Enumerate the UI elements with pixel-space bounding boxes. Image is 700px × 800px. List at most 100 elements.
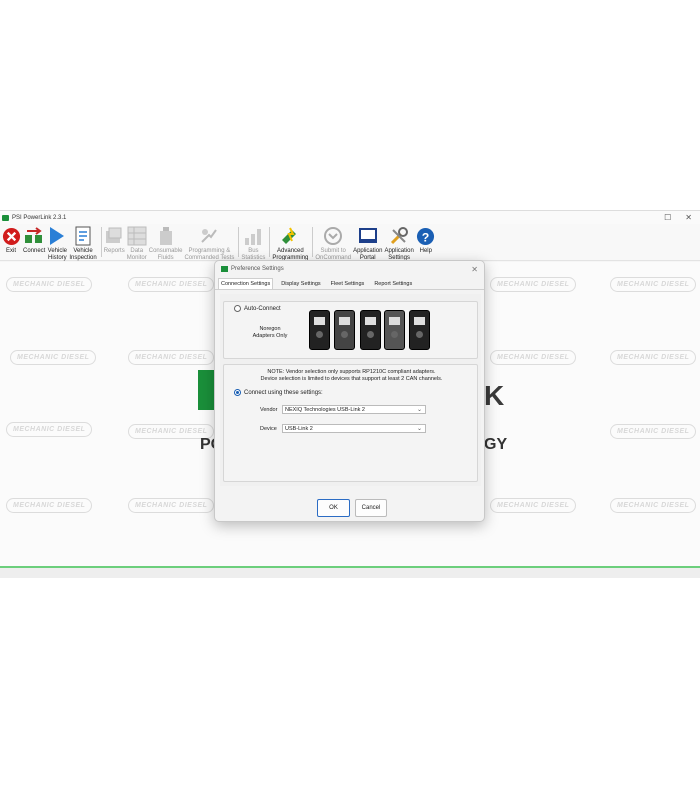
vehicle-inspection-button[interactable]: Vehicle Inspection [69, 224, 97, 261]
adapter-image [309, 310, 330, 350]
bus-statistics-icon [243, 226, 263, 246]
watermark: MECHANIC DIESEL [490, 350, 577, 365]
watermark: MECHANIC DIESEL [610, 498, 697, 513]
chevron-down-icon: ⌄ [416, 407, 422, 413]
connect-label: Connect [23, 248, 46, 254]
dialog-title: Preference Settings [231, 266, 284, 272]
main-toolbar: Exit Connect Vehicle History Vehicle Ins… [0, 224, 700, 261]
data-monitor-label: Data Monitor [126, 248, 147, 261]
vendor-note: NOTE: Vendor selection only supports RP1… [224, 369, 479, 382]
device-select-value: USB-Link 2 [285, 426, 313, 432]
watermark: MECHANIC DIESEL [128, 277, 215, 292]
brand-text-fragment: K [484, 380, 505, 411]
consumable-fluids-button[interactable]: Consumable Fluids [148, 224, 183, 261]
application-settings-button[interactable]: Application Settings [384, 224, 414, 261]
reports-icon [104, 226, 124, 246]
vendor-select-value: NEXIQ Technologies USB-Link 2 [285, 407, 365, 413]
brand-tagline-fragment: GY [484, 436, 508, 453]
dialog-app-icon [221, 266, 228, 272]
data-monitor-icon [127, 226, 147, 246]
watermark: MECHANIC DIESEL [6, 498, 93, 513]
svg-text:?: ? [422, 230, 430, 244]
watermark: MECHANIC DIESEL [610, 424, 697, 439]
vehicle-inspection-label: Vehicle Inspection [69, 248, 97, 261]
device-label: Device [260, 426, 277, 432]
application-portal-button[interactable]: Application Portal [353, 224, 382, 261]
tab-report-settings[interactable]: Report Settings [372, 279, 414, 289]
auto-connect-group: Auto-Connect Noregon Adapters Only [223, 301, 478, 359]
connection-settings-panel: Auto-Connect Noregon Adapters Only NOTE:… [220, 294, 481, 486]
watermark: MECHANIC DIESEL [490, 498, 577, 513]
adapter-image [360, 310, 381, 350]
app-logo-icon [2, 214, 9, 221]
manual-connect-label: Connect using these settings: [244, 389, 323, 396]
exit-icon [1, 226, 21, 246]
manual-connect-option[interactable]: Connect using these settings: [234, 389, 323, 396]
advanced-programming-button[interactable]: Advanced Programming [272, 224, 308, 261]
consumable-fluids-label: Consumable Fluids [148, 248, 183, 261]
auto-connect-radio[interactable] [234, 305, 241, 312]
auto-connect-option[interactable]: Auto-Connect [234, 305, 281, 312]
toolbar-divider [269, 227, 271, 257]
cancel-button[interactable]: Cancel [355, 499, 387, 517]
watermark: MECHANIC DIESEL [128, 498, 215, 513]
vehicle-history-button[interactable]: Vehicle History [47, 224, 67, 261]
dialog-close-button[interactable]: ✕ [471, 265, 484, 274]
advanced-programming-icon [280, 226, 300, 246]
vehicle-history-icon [47, 226, 67, 246]
tab-fleet-settings[interactable]: Fleet Settings [329, 279, 367, 289]
watermark: MECHANIC DIESEL [490, 277, 577, 292]
exit-button[interactable]: Exit [1, 224, 21, 255]
maximize-button[interactable]: ☐ [664, 213, 671, 222]
exit-label: Exit [5, 248, 16, 254]
tab-connection-settings[interactable]: Connection Settings [218, 278, 274, 289]
adapter-image [384, 310, 405, 350]
adapter-image [334, 310, 355, 350]
vehicle-inspection-icon [73, 226, 93, 246]
vendor-label: Vendor [260, 407, 278, 413]
adapter-image [409, 310, 430, 350]
watermark: MECHANIC DIESEL [610, 350, 697, 365]
reports-button[interactable]: Reports [104, 224, 125, 255]
tab-display-settings[interactable]: Display Settings [279, 279, 322, 289]
manual-connect-group: NOTE: Vendor selection only supports RP1… [223, 364, 478, 482]
oem-portal-icon [358, 226, 378, 246]
watermark: MECHANIC DIESEL [610, 277, 697, 292]
connect-button[interactable]: Connect [23, 224, 45, 255]
toolbar-divider [238, 227, 240, 257]
title-bar: PSI PowerLink 2.3.1 ☐ ✕ [0, 211, 700, 224]
noregon-adapters-caption: Noregon Adapters Only [252, 326, 288, 339]
preference-settings-dialog: Preference Settings ✕ Connection Setting… [214, 260, 485, 522]
auto-connect-label: Auto-Connect [244, 305, 281, 312]
close-window-button[interactable]: ✕ [685, 213, 692, 222]
manual-connect-radio[interactable] [234, 389, 241, 396]
help-label: Help [419, 248, 432, 254]
vendor-note-line2: Device selection is limited to devices t… [260, 375, 443, 382]
status-bar [0, 566, 700, 578]
bus-statistics-button[interactable]: Bus Statistics [241, 224, 265, 261]
data-monitor-button[interactable]: Data Monitor [127, 224, 147, 261]
consumable-fluids-icon [156, 226, 176, 246]
window-title: PSI PowerLink 2.3.1 [12, 214, 67, 221]
vehicle-history-label: Vehicle History [47, 248, 68, 261]
settings-tabs: Connection Settings Display Settings Fle… [215, 277, 484, 290]
settings-wrench-icon [389, 226, 409, 246]
vendor-select[interactable]: NEXIQ Technologies USB-Link 2 ⌄ [282, 405, 426, 414]
watermark: MECHANIC DIESEL [6, 277, 93, 292]
chevron-down-icon: ⌄ [416, 426, 422, 432]
reports-label: Reports [103, 248, 125, 254]
submit-oncommand-button[interactable]: Submit to OnCommand [315, 224, 351, 261]
toolbar-divider [312, 227, 314, 257]
help-button[interactable]: ? Help [416, 224, 436, 255]
programming-icon [199, 226, 219, 246]
submit-oncommand-icon [323, 226, 343, 246]
watermark: MECHANIC DIESEL [6, 422, 93, 437]
device-select[interactable]: USB-Link 2 ⌄ [282, 424, 426, 433]
toolbar-divider [100, 227, 102, 257]
help-icon: ? [416, 226, 436, 246]
programming-button[interactable]: Programming & Commanded Tests [184, 224, 234, 261]
watermark: MECHANIC DIESEL [128, 350, 215, 365]
ok-button[interactable]: OK [317, 499, 350, 517]
connect-icon [24, 226, 44, 246]
dialog-title-bar: Preference Settings ✕ [215, 261, 484, 277]
